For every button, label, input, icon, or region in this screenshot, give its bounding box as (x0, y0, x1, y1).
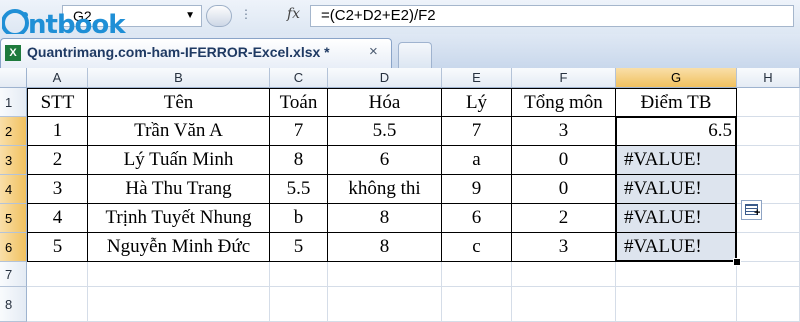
cell-g5[interactable]: #VALUE! (616, 204, 737, 233)
close-icon[interactable]: × (369, 43, 378, 60)
cell-c4[interactable]: 5.5 (270, 175, 328, 204)
cell-c3[interactable]: 8 (270, 146, 328, 175)
cell-f3[interactable]: 0 (512, 146, 616, 175)
row-header-7[interactable]: 7 (0, 262, 27, 287)
row-header-8[interactable]: 8 (0, 287, 27, 322)
column-header-f[interactable]: F (512, 68, 616, 88)
cell-c1[interactable]: Toán (270, 88, 328, 117)
cell-d3[interactable]: 6 (328, 146, 442, 175)
cell-d6[interactable]: 8 (328, 233, 442, 262)
cell-h1[interactable] (737, 88, 800, 117)
cell-a4[interactable]: 3 (27, 175, 88, 204)
row-header-5[interactable]: 5 (0, 204, 27, 233)
cell-h3[interactable] (737, 146, 800, 175)
cell-d2[interactable]: 5.5 (328, 117, 442, 146)
cell-f6[interactable]: 3 (512, 233, 616, 262)
spreadsheet-grid[interactable]: A B C D E F G H 1 2 3 4 5 6 7 8 STT Tên Toán Hóa Lý Tổng môn Đ… (0, 68, 800, 322)
cell-f2[interactable]: 3 (512, 117, 616, 146)
cell-a1[interactable]: STT (27, 88, 88, 117)
cell-e2[interactable]: 7 (442, 117, 512, 146)
cell-e3[interactable]: a (442, 146, 512, 175)
cell-f5[interactable]: 2 (512, 204, 616, 233)
auto-fill-options-button[interactable]: + (741, 200, 762, 220)
cell-e4[interactable]: 9 (442, 175, 512, 204)
splitter-dots-icon: ⋮ (240, 7, 253, 21)
row-header-1[interactable]: 1 (0, 88, 27, 117)
cell-c8[interactable] (270, 287, 328, 322)
plus-icon: + (754, 207, 761, 219)
column-header-d[interactable]: D (328, 68, 442, 88)
cell-c2[interactable]: 7 (270, 117, 328, 146)
cell-f8[interactable] (512, 287, 616, 322)
cell-e5[interactable]: 6 (442, 204, 512, 233)
cell-c7[interactable] (270, 262, 328, 287)
column-header-c[interactable]: C (270, 68, 328, 88)
cell-h8[interactable] (737, 287, 800, 322)
cell-a6[interactable]: 5 (27, 233, 88, 262)
cell-c5[interactable]: b (270, 204, 328, 233)
cell-g8[interactable] (616, 287, 737, 322)
column-header-g[interactable]: G (616, 68, 737, 88)
column-header-e[interactable]: E (442, 68, 512, 88)
cell-g2[interactable]: 6.5 (616, 117, 737, 146)
chevron-down-icon[interactable]: ▼ (185, 6, 195, 26)
formula-bar-splitter[interactable]: ⋮ (206, 5, 276, 27)
cell-h7[interactable] (737, 262, 800, 287)
fill-handle[interactable] (733, 258, 741, 266)
cell-a3[interactable]: 2 (27, 146, 88, 175)
cell-b2[interactable]: Trần Văn A (88, 117, 270, 146)
cell-b7[interactable] (88, 262, 270, 287)
cell-b1[interactable]: Tên (88, 88, 270, 117)
document-tab[interactable]: X Quantrimang.com-ham-IFERROR-Excel.xlsx… (0, 38, 392, 68)
expand-handle-icon[interactable] (206, 5, 232, 27)
cell-f4[interactable]: 0 (512, 175, 616, 204)
cell-f7[interactable] (512, 262, 616, 287)
cell-e7[interactable] (442, 262, 512, 287)
cell-f1[interactable]: Tổng môn (512, 88, 616, 117)
cell-b6[interactable]: Nguyễn Minh Đức (88, 233, 270, 262)
row-header-6[interactable]: 6 (0, 233, 27, 262)
document-tab-strip: X Quantrimang.com-ham-IFERROR-Excel.xlsx… (0, 34, 800, 69)
column-header-b[interactable]: B (88, 68, 270, 88)
cell-e1[interactable]: Lý (442, 88, 512, 117)
cell-a5[interactable]: 4 (27, 204, 88, 233)
cell-b5[interactable]: Trịnh Tuyết Nhung (88, 204, 270, 233)
cell-d7[interactable] (328, 262, 442, 287)
cell-g4[interactable]: #VALUE! (616, 175, 737, 204)
cell-g7[interactable] (616, 262, 737, 287)
cell-b3[interactable]: Lý Tuấn Minh (88, 146, 270, 175)
cell-e8[interactable] (442, 287, 512, 322)
select-all-corner[interactable] (0, 68, 27, 88)
cell-c6[interactable]: 5 (270, 233, 328, 262)
row-header-3[interactable]: 3 (0, 146, 27, 175)
row-header-4[interactable]: 4 (0, 175, 27, 204)
cell-h2[interactable] (737, 117, 800, 146)
cell-e6[interactable]: c (442, 233, 512, 262)
document-title: Quantrimang.com-ham-IFERROR-Excel.xlsx * (27, 44, 330, 60)
cell-d4[interactable]: không thi (328, 175, 442, 204)
cell-d1[interactable]: Hóa (328, 88, 442, 117)
row-header-2[interactable]: 2 (0, 117, 27, 146)
cell-d8[interactable] (328, 287, 442, 322)
cell-g6[interactable]: #VALUE! (616, 233, 737, 262)
new-tab-button[interactable] (398, 42, 432, 68)
column-header-a[interactable]: A (27, 68, 88, 88)
excel-file-icon: X (5, 45, 21, 61)
cell-a2[interactable]: 1 (27, 117, 88, 146)
cell-b4[interactable]: Hà Thu Trang (88, 175, 270, 204)
cell-g1[interactable]: Điểm TB (616, 88, 737, 117)
column-header-h[interactable]: H (737, 68, 800, 88)
cell-a7[interactable] (27, 262, 88, 287)
insert-function-button[interactable]: fx (287, 6, 300, 22)
cell-d5[interactable]: 8 (328, 204, 442, 233)
cell-a8[interactable] (27, 287, 88, 322)
cell-h6[interactable] (737, 233, 800, 262)
cell-g3[interactable]: #VALUE! (616, 146, 737, 175)
formula-input[interactable]: =(C2+D2+E2)/F2 (310, 5, 794, 27)
cell-b8[interactable] (88, 287, 270, 322)
